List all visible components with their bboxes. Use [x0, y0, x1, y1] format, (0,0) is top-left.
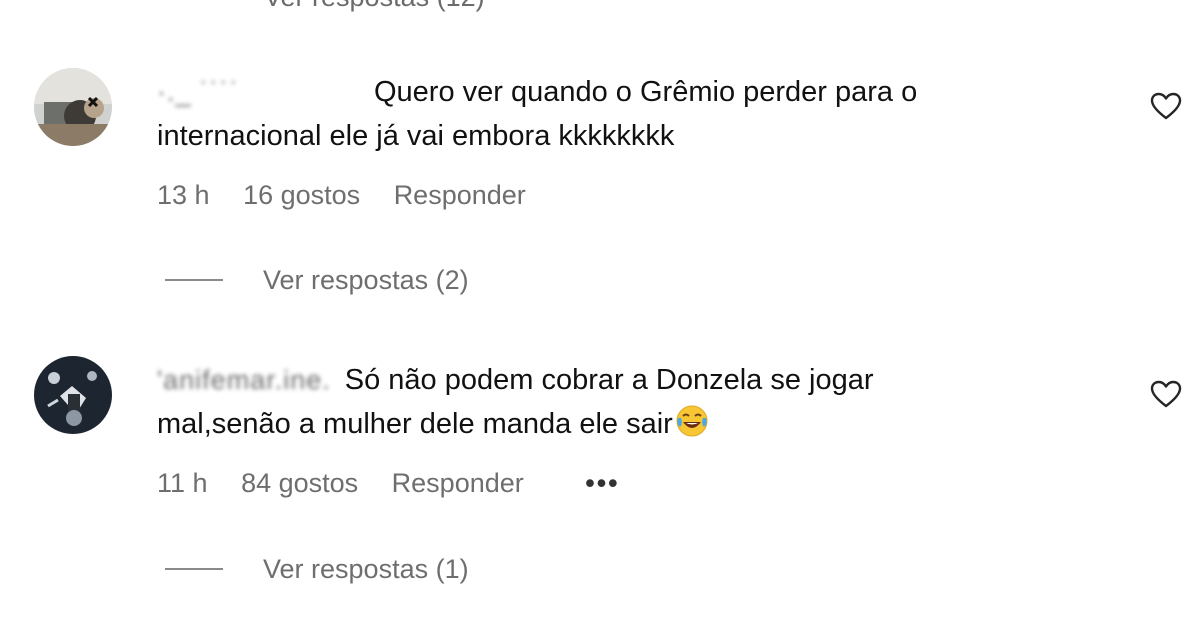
comment-username[interactable]: 'anifemar.ine.: [157, 358, 331, 402]
avatar[interactable]: [34, 68, 112, 146]
heart-icon[interactable]: [1150, 92, 1182, 120]
view-replies-label: Ver respostas (1): [263, 554, 469, 584]
comment-time: 13 h: [157, 180, 210, 210]
view-replies-label: Ver respostas (2): [263, 265, 469, 295]
view-replies-link[interactable]: Ver respostas (2): [165, 265, 469, 296]
view-replies-link[interactable]: Ver respostas (1): [165, 554, 469, 585]
view-replies-link-top[interactable]: Ver respostas (12): [264, 0, 485, 13]
comment-likes[interactable]: 84 gostos: [241, 468, 358, 498]
comment-text-line1: Quero ver quando o Grêmio perder para o: [373, 76, 918, 108]
replies-divider-line: [165, 278, 223, 281]
reply-button[interactable]: Responder: [392, 468, 524, 498]
avatar[interactable]: [34, 356, 112, 434]
comment-likes[interactable]: 16 gostos: [243, 180, 360, 210]
comment-text-line2: internacional ele já vai embora kkkkkkkk: [157, 120, 675, 152]
comment-text-line2: mal,senão a mulher dele manda ele sair: [157, 408, 673, 440]
reply-button[interactable]: Responder: [394, 180, 526, 210]
tears-of-joy-emoji-icon: [676, 405, 708, 437]
comments-panel: Ver respostas (12) ·._ ˙˙˙˙ Quero ver qua…: [0, 0, 1200, 633]
comment-body: ·._ ˙˙˙˙ Quero ver quando o Grêmio perder…: [157, 70, 1117, 158]
replies-divider-line: [165, 567, 223, 570]
more-options-icon[interactable]: •••: [585, 468, 619, 498]
heart-icon[interactable]: [1150, 380, 1182, 408]
comment-time: 11 h: [157, 468, 208, 498]
avatar-image: [34, 356, 112, 434]
comment-body: 'anifemar.ine. Só não podem cobrar a Donz…: [157, 358, 1117, 446]
avatar-image: [34, 68, 112, 146]
comment-meta: 13 h 16 gostos Responder: [157, 180, 552, 211]
comment-meta: 11 h 84 gostos Responder •••: [157, 468, 646, 499]
comment-username[interactable]: ·._ ˙˙˙˙: [157, 70, 240, 114]
view-replies-label: Ver respostas (12): [264, 0, 485, 12]
comment-text-line1: Só não podem cobrar a Donzela se jogar: [344, 364, 874, 396]
